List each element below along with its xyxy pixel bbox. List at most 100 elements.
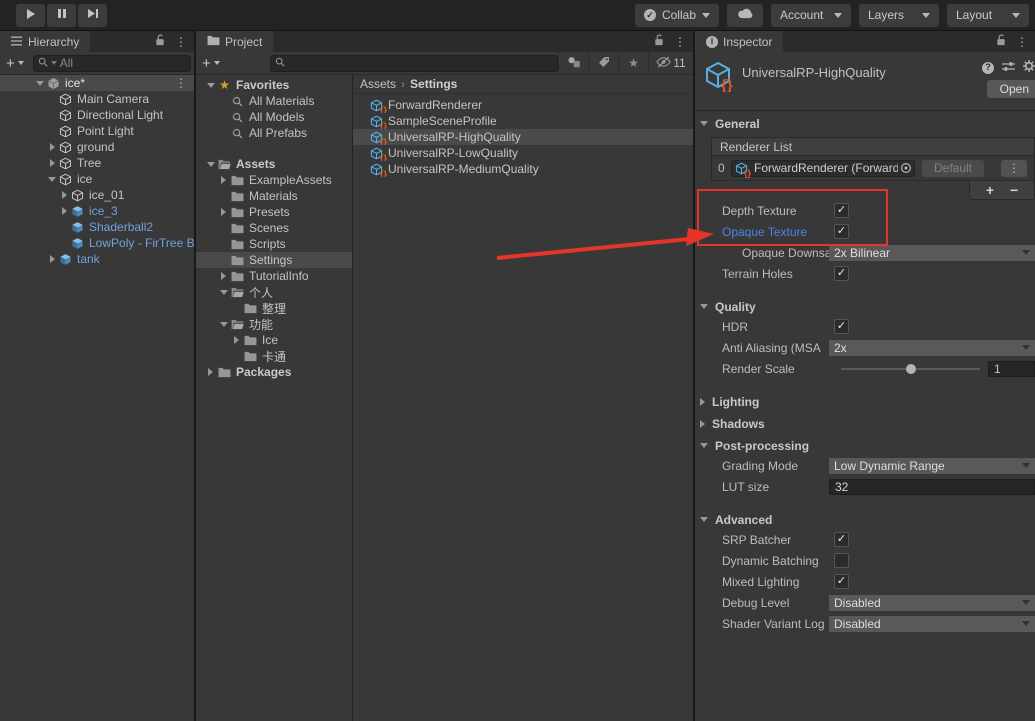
project-tree-item-功能[interactable]: 功能 xyxy=(196,316,352,332)
step-button[interactable] xyxy=(78,4,107,27)
checkbox[interactable]: ✓ xyxy=(834,319,849,334)
filter-by-type-button[interactable] xyxy=(558,52,588,74)
slider-handle[interactable] xyxy=(906,364,916,374)
renderer-item-menu-button[interactable]: ⋮ xyxy=(1001,160,1027,177)
add-asset-button[interactable]: + xyxy=(202,56,220,71)
hierarchy-item-lowpoly-firtree-b[interactable]: LowPoly - FirTree B xyxy=(0,235,194,251)
kebab-menu-icon[interactable]: ⋮ xyxy=(1016,36,1028,48)
kebab-menu-icon[interactable]: ⋮ xyxy=(674,36,686,48)
add-renderer-button[interactable]: + xyxy=(986,183,994,197)
scene-row[interactable]: ice*⋮ xyxy=(0,75,194,91)
foldout-open-icon[interactable] xyxy=(204,83,217,88)
foldout-closed-icon[interactable] xyxy=(217,272,230,280)
slider-value-field[interactable]: 1 xyxy=(988,361,1035,377)
lock-icon[interactable] xyxy=(996,34,1006,49)
dropdown[interactable]: 2x xyxy=(829,340,1035,356)
project-tree-item-卡通[interactable]: 卡通 xyxy=(196,348,352,364)
favorites-filter-button[interactable]: ★ xyxy=(618,52,648,74)
foldout-open-icon[interactable] xyxy=(204,162,217,167)
hidden-count-button[interactable]: 11 xyxy=(648,52,693,74)
project-search-input[interactable] xyxy=(270,55,558,72)
hierarchy-item-ice-3[interactable]: ice_3 xyxy=(0,203,194,219)
help-icon[interactable]: ? xyxy=(982,62,994,74)
foldout-open-icon[interactable] xyxy=(217,322,230,327)
project-tree-item-整理[interactable]: 整理 xyxy=(196,300,352,316)
hierarchy-item-directional-light[interactable]: Directional Light xyxy=(0,107,194,123)
object-picker-icon[interactable] xyxy=(900,162,912,174)
hierarchy-item-ice[interactable]: ice xyxy=(0,171,194,187)
foldout-open-icon[interactable] xyxy=(217,290,230,295)
hierarchy-item-tree[interactable]: Tree xyxy=(0,155,194,171)
section-header-shadows[interactable]: Shadows xyxy=(695,414,1035,433)
renderer-object-field[interactable]: {}ForwardRenderer (Forward xyxy=(731,160,915,177)
project-tree-item-scenes[interactable]: Scenes xyxy=(196,220,352,236)
foldout-open-icon[interactable] xyxy=(46,177,58,182)
foldout-closed-icon[interactable] xyxy=(217,208,230,216)
section-header-lighting[interactable]: Lighting xyxy=(695,392,1035,411)
project-tree-item-all-models[interactable]: All Models xyxy=(196,109,352,125)
project-tree-item-exampleassets[interactable]: ExampleAssets xyxy=(196,172,352,188)
kebab-menu-icon[interactable]: ⋮ xyxy=(175,77,187,89)
slider-track[interactable] xyxy=(841,368,980,370)
project-tree-item-favorites[interactable]: ★Favorites xyxy=(196,77,352,93)
dropdown[interactable]: 2x Bilinear xyxy=(829,245,1035,261)
section-header-post-processing[interactable]: Post-processing xyxy=(695,436,1035,455)
foldout-closed-icon[interactable] xyxy=(204,368,217,376)
hierarchy-item-main-camera[interactable]: Main Camera xyxy=(0,91,194,107)
project-tree-item-presets[interactable]: Presets xyxy=(196,204,352,220)
cloud-button[interactable] xyxy=(727,4,763,27)
foldout-closed-icon[interactable] xyxy=(46,143,58,151)
hierarchy-item-ice-01[interactable]: ice_01 xyxy=(0,187,194,203)
checkbox[interactable]: ✓ xyxy=(834,203,849,218)
lock-icon[interactable] xyxy=(155,34,165,49)
project-tree-item-materials[interactable]: Materials xyxy=(196,188,352,204)
foldout-closed-icon[interactable] xyxy=(58,191,70,199)
checkbox[interactable]: ✓ xyxy=(834,574,849,589)
file-row-samplesceneprofile[interactable]: {}SampleSceneProfile xyxy=(353,113,693,129)
section-header-quality[interactable]: Quality xyxy=(695,297,1035,316)
file-row-universalrp-mediumquality[interactable]: {}UniversalRP-MediumQuality xyxy=(353,161,693,177)
foldout-closed-icon[interactable] xyxy=(58,207,70,215)
collab-button[interactable]: ✓ Collab xyxy=(635,4,719,27)
add-object-button[interactable]: + xyxy=(6,56,24,71)
hierarchy-item-tank[interactable]: tank xyxy=(0,251,194,267)
checkbox[interactable] xyxy=(834,553,849,568)
remove-renderer-button[interactable]: − xyxy=(1010,183,1018,197)
foldout-closed-icon[interactable] xyxy=(46,159,58,167)
dropdown[interactable]: Low Dynamic Range xyxy=(829,458,1035,474)
checkbox[interactable]: ✓ xyxy=(834,532,849,547)
text-field[interactable]: 32 xyxy=(829,479,1035,495)
checkbox[interactable]: ✓ xyxy=(834,266,849,281)
layout-dropdown[interactable]: Layout xyxy=(947,4,1029,27)
file-row-forwardrenderer[interactable]: {}ForwardRenderer xyxy=(353,97,693,113)
project-tree-item-scripts[interactable]: Scripts xyxy=(196,236,352,252)
tab-project[interactable]: Project xyxy=(196,31,273,52)
open-button[interactable]: Open xyxy=(987,80,1035,98)
breadcrumb-root[interactable]: Assets xyxy=(360,77,396,91)
dropdown[interactable]: Disabled xyxy=(829,616,1035,632)
project-tree-item-packages[interactable]: Packages xyxy=(196,364,352,380)
layers-dropdown[interactable]: Layers xyxy=(859,4,939,27)
dropdown[interactable]: Disabled xyxy=(829,595,1035,611)
hierarchy-search-input[interactable]: All xyxy=(33,55,191,72)
project-tree-item-all-prefabs[interactable]: All Prefabs xyxy=(196,125,352,141)
foldout-closed-icon[interactable] xyxy=(217,176,230,184)
property-label[interactable]: Opaque Texture xyxy=(722,225,829,239)
tab-inspector[interactable]: i Inspector xyxy=(695,31,783,52)
project-tree-item-all-materials[interactable]: All Materials xyxy=(196,93,352,109)
hierarchy-item-shaderball2[interactable]: Shaderball2 xyxy=(0,219,194,235)
file-row-universalrp-highquality[interactable]: {}UniversalRP-HighQuality xyxy=(353,129,693,145)
gear-icon[interactable] xyxy=(1023,60,1035,75)
lock-icon[interactable] xyxy=(654,34,664,49)
tab-hierarchy[interactable]: Hierarchy xyxy=(0,31,90,52)
kebab-menu-icon[interactable]: ⋮ xyxy=(175,36,187,48)
pause-button[interactable] xyxy=(47,4,76,27)
hierarchy-item-point-light[interactable]: Point Light xyxy=(0,123,194,139)
project-tree-item-个人[interactable]: 个人 xyxy=(196,284,352,300)
section-header-general[interactable]: General xyxy=(695,114,1035,133)
account-dropdown[interactable]: Account xyxy=(771,4,851,27)
project-tree-item-assets[interactable]: Assets xyxy=(196,156,352,172)
project-tree-item-ice[interactable]: Ice xyxy=(196,332,352,348)
project-tree-item-tutorialinfo[interactable]: TutorialInfo xyxy=(196,268,352,284)
filter-by-label-button[interactable] xyxy=(588,52,618,74)
